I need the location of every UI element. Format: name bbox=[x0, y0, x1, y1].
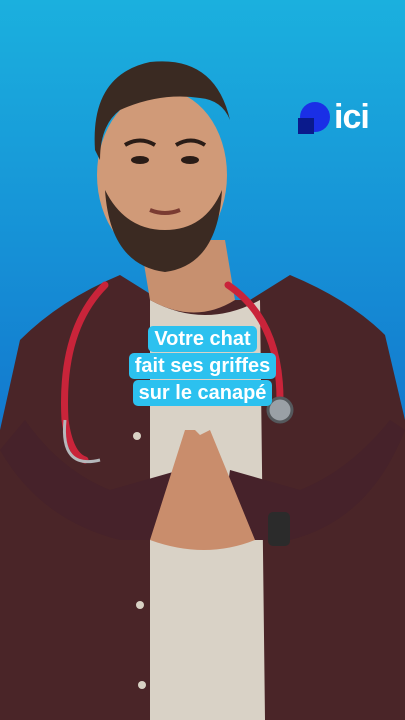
caption-line-2: fait ses griffes bbox=[128, 353, 277, 379]
ici-logo-icon bbox=[298, 100, 330, 134]
ici-logo: ici bbox=[298, 98, 370, 136]
caption-line-3: sur le canapé bbox=[132, 380, 273, 406]
watch-icon bbox=[268, 512, 290, 546]
brand-name: ici bbox=[334, 98, 370, 136]
caption-line-1: Votre chat bbox=[148, 326, 257, 352]
subtitle-caption: Votre chat fait ses griffes sur le canap… bbox=[0, 326, 405, 407]
video-frame: ici Votre chat fait ses griffes sur le c… bbox=[0, 0, 405, 720]
left-eye bbox=[131, 156, 149, 164]
right-eye bbox=[181, 156, 199, 164]
